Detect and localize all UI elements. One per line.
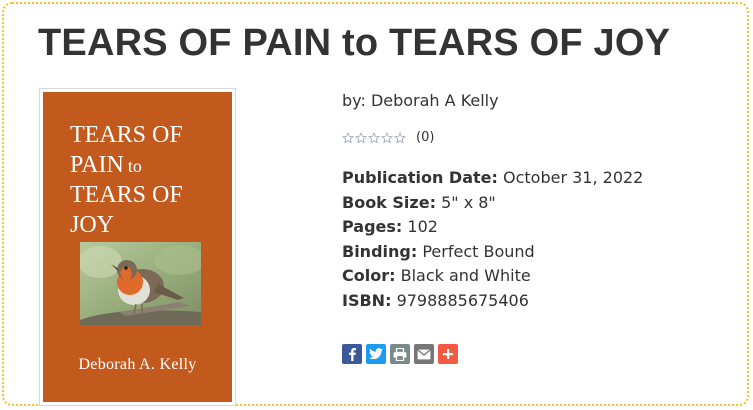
detail-row-pages: Pages: 102 bbox=[342, 215, 643, 240]
detail-value: October 31, 2022 bbox=[502, 168, 644, 187]
rating-count: (0) bbox=[416, 130, 435, 145]
book-details: Publication Date: October 31, 2022 Book … bbox=[342, 166, 643, 314]
author-byline[interactable]: by: Deborah A Kelly bbox=[342, 91, 499, 110]
cover-author: Deborah A. Kelly bbox=[78, 356, 197, 373]
cover-title-line: to bbox=[127, 156, 142, 176]
detail-row-publication-date: Publication Date: October 31, 2022 bbox=[342, 166, 643, 191]
page-title: TEARS OF PAIN to TEARS OF JOY bbox=[38, 22, 671, 64]
detail-value: Perfect Bound bbox=[422, 241, 535, 261]
twitter-share-button[interactable] bbox=[366, 344, 386, 364]
detail-value: 9798885675406 bbox=[396, 290, 529, 310]
share-buttons bbox=[342, 344, 458, 364]
cover-title-line: JOY bbox=[70, 212, 115, 238]
detail-value: 102 bbox=[407, 217, 438, 237]
email-icon bbox=[417, 348, 431, 359]
detail-row-color: Color: Black and White bbox=[342, 264, 643, 289]
cover-title-line: PAIN bbox=[70, 152, 124, 178]
detail-row-isbn: ISBN: 9798885675406 bbox=[342, 289, 643, 314]
detail-row-binding: Binding: Perfect Bound bbox=[342, 240, 643, 265]
more-share-button[interactable] bbox=[438, 344, 458, 364]
detail-label: Publication Date: bbox=[342, 168, 498, 187]
cover-title-line: TEARS OF bbox=[70, 182, 183, 208]
detail-label: Book Size: bbox=[342, 192, 436, 212]
cover-title-line: TEARS OF bbox=[70, 122, 183, 148]
detail-label: Pages: bbox=[342, 217, 403, 237]
cover-title: TEARS OF PAIN to TEARS OF JOY bbox=[70, 120, 230, 240]
star-icon[interactable] bbox=[355, 131, 367, 144]
detail-label: ISBN: bbox=[342, 290, 392, 310]
cover-artwork: TEARS OF PAIN to TEARS OF JOY Deborah A.… bbox=[43, 92, 232, 402]
book-cover[interactable]: TEARS OF PAIN to TEARS OF JOY Deborah A.… bbox=[39, 88, 236, 406]
rating[interactable]: (0) bbox=[342, 130, 434, 145]
print-icon bbox=[393, 347, 407, 361]
detail-label: Color: bbox=[342, 266, 396, 286]
print-button[interactable] bbox=[390, 344, 410, 364]
star-icon[interactable] bbox=[394, 131, 406, 144]
detail-label: Binding: bbox=[342, 241, 418, 261]
detail-value: 5" x 8" bbox=[441, 192, 496, 212]
facebook-icon bbox=[349, 348, 356, 361]
detail-row-book-size: Book Size: 5" x 8" bbox=[342, 191, 643, 216]
detail-value: Black and White bbox=[400, 266, 531, 286]
email-share-button[interactable] bbox=[414, 344, 434, 364]
robin-bird-photo bbox=[80, 242, 201, 325]
twitter-icon bbox=[369, 348, 383, 360]
star-icon[interactable] bbox=[368, 131, 380, 144]
star-icon[interactable] bbox=[342, 131, 354, 144]
facebook-share-button[interactable] bbox=[342, 344, 362, 364]
plus-icon bbox=[443, 349, 453, 359]
star-rating[interactable] bbox=[342, 131, 406, 144]
star-icon[interactable] bbox=[381, 131, 393, 144]
